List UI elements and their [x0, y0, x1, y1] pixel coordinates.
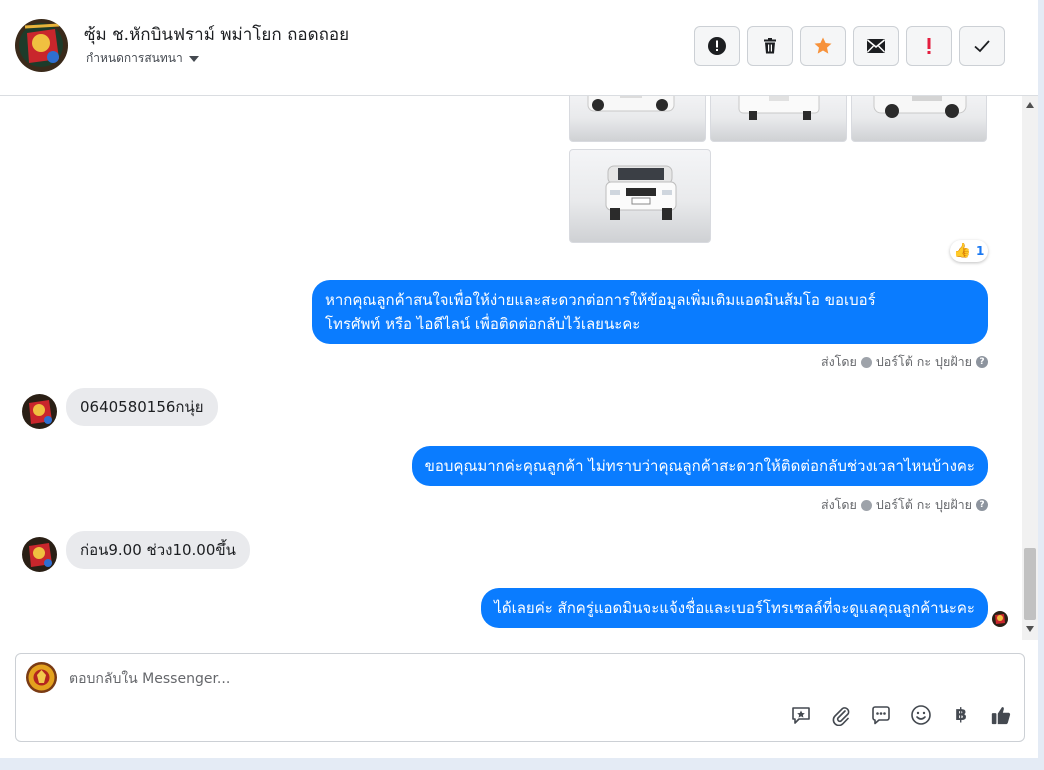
page-avatar: [26, 662, 57, 693]
quick-replies-button[interactable]: [870, 704, 892, 726]
message-text-line: หากคุณลูกค้าสนใจเพื่อให้ง่ายและสะดวกต่อก…: [325, 291, 876, 309]
message-text: ขอบคุณมากค่ะคุณลูกค้า ไม่ทราบว่าคุณลูกค้…: [424, 457, 975, 475]
help-icon[interactable]: ?: [976, 499, 988, 511]
attachment-icon: [832, 707, 850, 726]
incoming-message[interactable]: 0640580156กนุ่ย: [66, 388, 218, 426]
sender-name: ปอร์โต้ กะ ปุยฝ้าย: [875, 354, 972, 369]
contact-avatar[interactable]: [15, 19, 68, 72]
thumbs-up-icon: 👍: [953, 243, 972, 259]
exclamation-icon: [927, 38, 931, 54]
scroll-down-arrow-icon[interactable]: [1026, 626, 1034, 632]
attach-button[interactable]: [830, 704, 852, 726]
outgoing-message[interactable]: หากคุณลูกค้าสนใจเพื่อให้ง่ายและสะดวกต่อก…: [312, 280, 988, 344]
report-button[interactable]: [694, 26, 740, 66]
saved-reply-icon: [792, 707, 810, 724]
delete-button[interactable]: [747, 26, 793, 66]
emoji-button[interactable]: [910, 704, 932, 726]
message-thread[interactable]: 👍 1 หากคุณลูกค้าสนใจเพื่อให้ง่ายและสะดวก…: [0, 96, 1022, 640]
done-button[interactable]: [959, 26, 1005, 66]
composer-tools: ฿: [790, 704, 1012, 726]
chat-bubble-icon: [872, 706, 890, 725]
help-icon[interactable]: ?: [976, 356, 988, 368]
baht-icon: ฿: [955, 705, 967, 725]
car-photo-2[interactable]: [710, 96, 847, 142]
like-button[interactable]: [990, 704, 1012, 726]
incoming-message[interactable]: ก่อน9.00 ช่วง10.00ขึ้น: [66, 531, 250, 569]
emoji-icon: [911, 705, 931, 725]
thumbs-up-icon: [991, 707, 1011, 725]
sent-by-info: ส่งโดย ปอร์โต้ กะ ปุยฝ้าย ?: [821, 352, 988, 372]
payment-button[interactable]: ฿: [950, 704, 972, 726]
seen-indicator-avatar: [992, 611, 1008, 627]
sent-by-label: ส่งโดย: [820, 497, 857, 512]
sent-by-label: ส่งโดย: [820, 354, 857, 369]
alert-circle-icon: [708, 37, 726, 55]
star-button[interactable]: [800, 26, 846, 66]
message-text: ก่อน9.00 ช่วง10.00ขึ้น: [80, 541, 236, 559]
sent-by-info: ส่งโดย ปอร์โต้ กะ ปุยฝ้าย ?: [821, 495, 988, 515]
conversation-settings-dropdown[interactable]: กำหนดการสนทนา: [86, 49, 199, 68]
reaction-count: 1: [976, 244, 985, 258]
star-icon: [814, 37, 832, 54]
page-badge-icon: [860, 499, 872, 511]
conversation-settings-label: กำหนดการสนทนา: [86, 51, 183, 65]
spam-button[interactable]: [906, 26, 952, 66]
conversation-panel: ซุ้ม ช.หักบินฟราม์ พม่าโยก ถอดถอย กำหนดก…: [0, 0, 1038, 758]
message-text-line: โทรศัพท์ หรือ ไอดีไลน์ เพื่อติดต่อกลับไว…: [325, 315, 641, 333]
reply-composer: ฿: [15, 653, 1025, 742]
customer-avatar[interactable]: [22, 537, 57, 572]
header-actions: [694, 26, 1005, 66]
check-icon: [974, 40, 990, 53]
saved-reply-button[interactable]: [790, 704, 812, 726]
page-badge-icon: [860, 356, 872, 368]
message-reaction[interactable]: 👍 1: [950, 240, 988, 262]
sender-name: ปอร์โต้ กะ ปุยฝ้าย: [875, 497, 972, 512]
message-text: 0640580156กนุ่ย: [80, 398, 204, 416]
scroll-up-arrow-icon[interactable]: [1026, 102, 1034, 108]
mail-icon: [866, 39, 886, 53]
conversation-header: ซุ้ม ช.หักบินฟราม์ พม่าโยก ถอดถอย กำหนดก…: [0, 0, 1038, 96]
caret-down-icon: [188, 55, 199, 62]
message-text: ได้เลยค่ะ สักครู่แอดมินจะแจ้งชื่อและเบอร…: [494, 599, 975, 617]
trash-icon: [764, 38, 776, 54]
car-photo-1[interactable]: [569, 96, 706, 142]
outgoing-message[interactable]: ได้เลยค่ะ สักครู่แอดมินจะแจ้งชื่อและเบอร…: [481, 588, 988, 628]
customer-avatar[interactable]: [22, 394, 57, 429]
car-photo-3[interactable]: [851, 96, 987, 142]
mark-unread-button[interactable]: [853, 26, 899, 66]
outgoing-message[interactable]: ขอบคุณมากค่ะคุณลูกค้า ไม่ทราบว่าคุณลูกค้…: [411, 446, 988, 486]
reply-input[interactable]: [69, 669, 769, 689]
contact-name: ซุ้ม ช.หักบินฟราม์ พม่าโยก ถอดถอย: [84, 25, 350, 45]
thread-scrollbar[interactable]: [1022, 96, 1038, 640]
scrollbar-thumb[interactable]: [1024, 548, 1036, 620]
car-photo-4[interactable]: [569, 149, 711, 243]
